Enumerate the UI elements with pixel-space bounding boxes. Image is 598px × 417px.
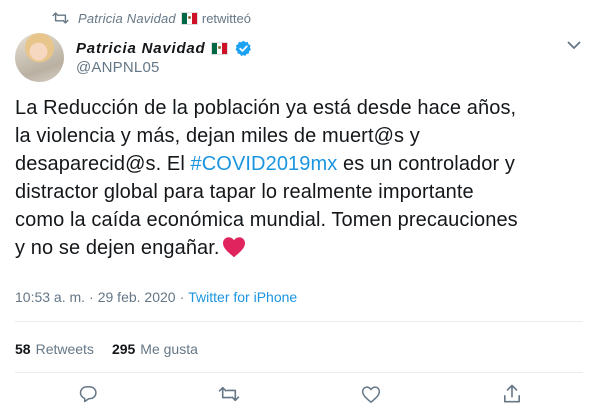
tweet-text: La Reducción de la población ya está des… [15,94,587,262]
more-options-chevron-icon[interactable] [567,40,581,50]
tweet-line: La Reducción de la población ya está des… [15,97,517,119]
likes-stat[interactable]: 295 Me gusta [112,341,198,357]
avatar[interactable] [15,33,64,82]
tweet-line-text: es un controlador y [337,153,516,175]
retweets-stat[interactable]: 58 Retweets [15,341,94,357]
retweets-count: 58 [15,341,31,357]
author-name[interactable]: Patricia Navidad [76,40,206,57]
retweets-label: Retweets [35,341,94,357]
tweet-line: y no se dejen engañar. [15,234,587,262]
tweet-time[interactable]: 10:53 a. m. [15,289,85,305]
tweet-date[interactable]: 29 feb. 2020 [98,289,176,305]
tweet-line: la violencia y más, dejan miles de muert… [15,125,420,147]
reply-icon[interactable] [77,383,99,405]
tweet-actions [0,383,598,407]
retweeter-name[interactable]: Patricia Navidad [78,11,176,26]
verified-badge-icon [235,40,252,57]
divider [15,372,583,373]
author-block[interactable]: Patricia Navidad @ANPNL05 [76,38,252,76]
tweet-meta: 10:53 a. m. · 29 feb. 2020 · Twitter for… [15,289,297,305]
retweet-label: retwitteó [201,10,251,26]
tweet-line: como la caída económica mundial. Tomen p… [15,209,518,231]
retweet-icon [52,11,69,25]
author-handle[interactable]: @ANPNL05 [76,59,252,76]
share-icon[interactable] [501,383,523,405]
tweet-source-link[interactable]: Twitter for iPhone [188,289,297,305]
tweet-stats: 58 Retweets 295 Me gusta [15,341,216,357]
mexico-flag-icon [210,41,228,55]
like-icon[interactable] [360,383,382,405]
mexico-flag-icon [180,11,198,25]
likes-label: Me gusta [140,341,198,357]
tweet-line: desaparecid@s. El #COVID2019mx es un con… [15,150,587,178]
tweet-line: distractor global para tapar lo realment… [15,181,474,203]
tweet-line-text: y no se dejen engañar. [15,237,220,259]
retweet-context[interactable]: Patricia Navidad retwitteó [52,9,251,27]
meta-separator: · [179,289,185,305]
tweet-line-text: desaparecid@s. El [15,153,191,175]
meta-separator: · [89,289,94,305]
red-heart-emoji-icon [222,236,246,258]
retweet-icon[interactable] [218,383,240,405]
hashtag-link[interactable]: #COVID2019mx [191,153,338,175]
likes-count: 295 [111,341,136,357]
divider [15,321,583,322]
